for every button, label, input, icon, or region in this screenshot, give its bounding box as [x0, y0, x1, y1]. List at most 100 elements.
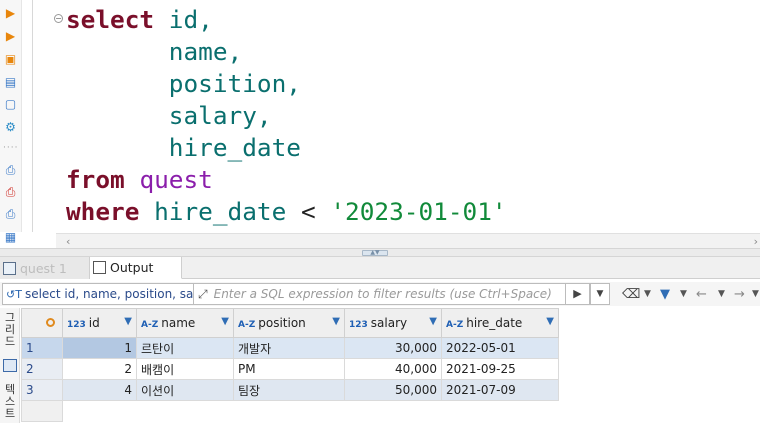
- new-script-icon[interactable]: ⎙: [2, 184, 19, 201]
- numeric-type-icon: 123: [67, 320, 86, 330]
- scroll-left-icon[interactable]: ‹: [66, 235, 70, 248]
- scroll-right-icon[interactable]: ›: [754, 235, 758, 248]
- column-header-label: name: [161, 316, 196, 330]
- cell-name[interactable]: 이션이: [136, 379, 234, 401]
- dbeaver-sql-editor-window: ▶ ▶ ▣ ▤ ▢ ⚙ ···· ⎙ ⎙ ⎙ ▦ − select id, na…: [0, 0, 760, 423]
- output-icon: [93, 261, 106, 274]
- funnel-filter-icon[interactable]: ▼: [660, 286, 670, 303]
- outline-icon[interactable]: ▦: [2, 228, 19, 245]
- tab-output[interactable]: Output: [90, 257, 182, 279]
- text-type-icon: A-Z: [141, 320, 159, 330]
- column-header-label: hire_date: [466, 316, 523, 330]
- editor-line-1: select id,: [66, 4, 507, 36]
- cell-hire-date[interactable]: 2021-07-09: [441, 379, 559, 401]
- column-header-name[interactable]: A-Z name ▼: [136, 308, 234, 338]
- column-id: id,: [168, 5, 213, 34]
- cell-salary[interactable]: 50,000: [344, 379, 442, 401]
- filter-history-dropdown[interactable]: ▼: [590, 283, 610, 305]
- execute-script-icon[interactable]: ▣: [2, 50, 19, 67]
- table-row[interactable]: 3 4 이션이 팀장 50,000 2021-07-09: [21, 379, 760, 401]
- result-grid: 123 id ▼ A-Z name ▼ A-Z position ▼ 123 salary ▼ …: [21, 308, 760, 422]
- row-number[interactable]: 2: [21, 358, 63, 380]
- grid-view-icon[interactable]: [3, 359, 17, 372]
- execute-statement-icon[interactable]: ▶: [2, 4, 19, 21]
- cell-hire-date[interactable]: 2022-05-01: [441, 337, 559, 359]
- filter-bar: ↺T select id, name, position, salary ⤢ E…: [0, 282, 760, 306]
- settings-gear-icon[interactable]: ⚙: [2, 118, 19, 135]
- export-script-icon[interactable]: ⎙: [2, 206, 19, 223]
- row-number[interactable]: 3: [21, 379, 63, 401]
- back-dropdown-icon[interactable]: ▼: [718, 286, 725, 303]
- tab-text-view[interactable]: 텍스트: [2, 384, 18, 420]
- forward-arrow-icon[interactable]: →: [734, 286, 745, 303]
- editor-side-toolbar: ▶ ▶ ▣ ▤ ▢ ⚙ ···· ⎙ ⎙ ⎙ ▦: [0, 0, 22, 244]
- cell-hire-date[interactable]: 2021-09-25: [441, 358, 559, 380]
- empty-cell: [233, 400, 345, 422]
- cell-position[interactable]: PM: [233, 358, 345, 380]
- terminal-icon[interactable]: ▢: [2, 95, 19, 112]
- row-number[interactable]: 1: [21, 337, 63, 359]
- tab-grid-view[interactable]: 그리드: [2, 312, 18, 348]
- empty-row-number: [21, 400, 63, 422]
- forward-dropdown-icon[interactable]: ▼: [752, 286, 759, 303]
- sql-editor[interactable]: select id, name, position, salary, hire_…: [66, 4, 507, 228]
- cell-id[interactable]: 4: [62, 379, 137, 401]
- cell-salary[interactable]: 40,000: [344, 358, 442, 380]
- column-header-hire-date[interactable]: A-Z hire_date ▼: [441, 308, 559, 338]
- keyword-from: from: [66, 165, 125, 194]
- cell-id[interactable]: 1: [62, 337, 137, 359]
- empty-cell: [62, 400, 137, 422]
- empty-cell: [344, 400, 442, 422]
- gutter-divider: [32, 0, 33, 232]
- sort-icon[interactable]: ▼: [429, 316, 437, 327]
- filter-placeholder: Enter a SQL expression to filter results…: [213, 287, 552, 301]
- cell-salary[interactable]: 30,000: [344, 337, 442, 359]
- editor-horizontal-scrollbar[interactable]: ‹ ›: [56, 233, 760, 248]
- cell-id[interactable]: 2: [62, 358, 137, 380]
- load-script-icon[interactable]: ⎙: [2, 162, 19, 179]
- sql-query-icon: ↺T: [6, 287, 22, 301]
- column-position: position,: [168, 69, 301, 98]
- sort-icon[interactable]: ▼: [221, 316, 229, 327]
- empty-space: [558, 379, 760, 401]
- column-header-position[interactable]: A-Z position ▼: [233, 308, 345, 338]
- sort-icon[interactable]: ▼: [332, 316, 340, 327]
- explain-plan-icon[interactable]: ▤: [2, 73, 19, 90]
- panel-splitter[interactable]: ▲▼: [0, 248, 760, 257]
- empty-cell: [441, 400, 559, 422]
- cell-position[interactable]: 개발자: [233, 337, 345, 359]
- filter-dropdown-icon[interactable]: ▼: [680, 286, 687, 303]
- where-value: '2023-01-01': [330, 197, 507, 226]
- active-query-label[interactable]: ↺T select id, name, position, salary: [2, 283, 194, 305]
- column-header-id[interactable]: 123 id ▼: [62, 308, 137, 338]
- expand-filter-icon[interactable]: ⤢: [198, 287, 208, 302]
- execute-new-tab-icon[interactable]: ▶: [2, 27, 19, 44]
- table-row[interactable]: 1 1 르탄이 개발자 30,000 2022-05-01: [21, 337, 760, 359]
- result-tabbar: quest 1 Output: [0, 257, 760, 279]
- back-arrow-icon[interactable]: ←: [696, 286, 707, 303]
- editor-line-7: where hire_date < '2023-01-01': [66, 196, 507, 228]
- table-name: quest: [139, 165, 213, 194]
- table-icon: [3, 261, 16, 275]
- fold-toggle-icon[interactable]: −: [54, 14, 63, 23]
- table-row[interactable]: 2 2 배캠이 PM 40,000 2021-09-25: [21, 358, 760, 380]
- apply-filter-button[interactable]: ▶: [566, 283, 590, 305]
- cell-position[interactable]: 팀장: [233, 379, 345, 401]
- filter-expression-input[interactable]: ⤢ Enter a SQL expression to filter resul…: [194, 283, 566, 305]
- tab-results[interactable]: quest 1: [0, 257, 90, 279]
- tab-results-label: quest 1: [20, 260, 67, 276]
- active-query-text: select id, name, position, salary: [24, 287, 194, 301]
- cell-name[interactable]: 배캠이: [136, 358, 234, 380]
- column-header-label: id: [88, 316, 100, 330]
- cell-name[interactable]: 르탄이: [136, 337, 234, 359]
- eraser-icon[interactable]: ⌫: [622, 286, 640, 303]
- sort-icon[interactable]: ▼: [124, 316, 132, 327]
- column-header-salary[interactable]: 123 salary ▼: [344, 308, 442, 338]
- splitter-toggle-icon[interactable]: ▲▼: [362, 250, 388, 256]
- row-number-header[interactable]: [21, 308, 63, 338]
- sort-icon[interactable]: ▼: [546, 316, 554, 327]
- select-all-icon[interactable]: [45, 318, 55, 327]
- eraser-dropdown-icon[interactable]: ▼: [644, 286, 651, 303]
